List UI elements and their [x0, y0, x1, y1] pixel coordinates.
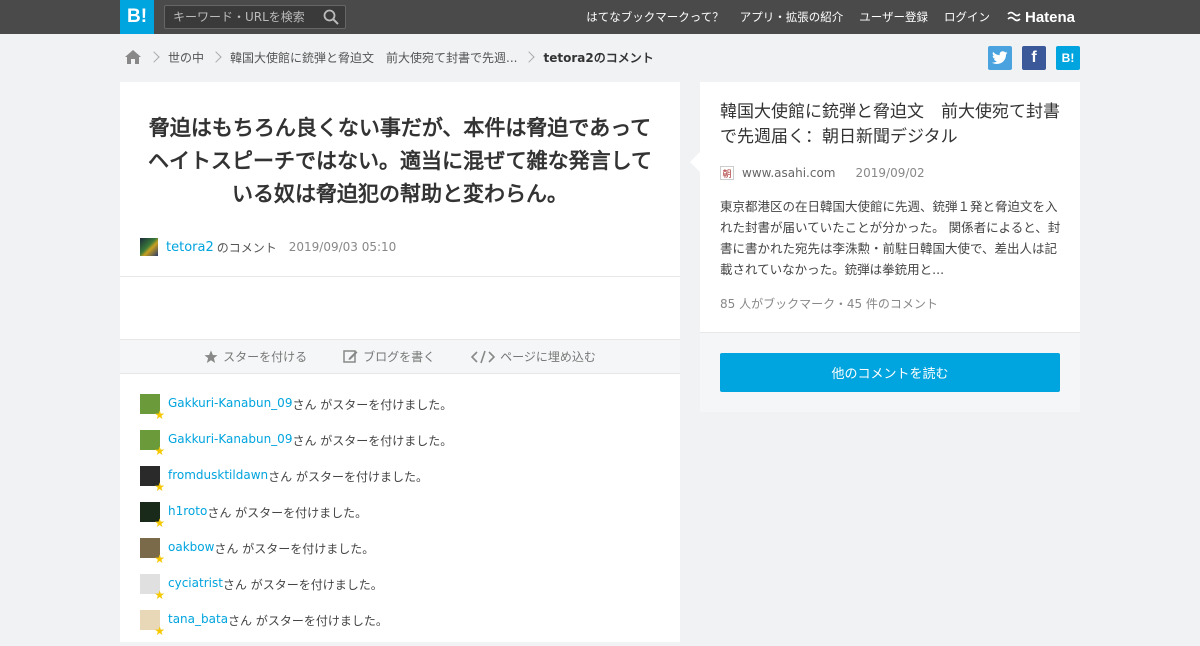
chevron-right-icon — [523, 51, 536, 63]
star-user-link[interactable]: Gakkuri-Kanabun_09 — [168, 432, 292, 446]
avatar[interactable]: ★ — [140, 538, 165, 565]
hatena-logo-icon — [1007, 11, 1021, 22]
entry-date: 2019/09/02 — [855, 166, 925, 180]
chevron-right-icon — [210, 51, 222, 63]
chevron-right-icon — [148, 51, 160, 63]
add-star-button[interactable]: スターを付ける — [204, 348, 307, 365]
write-blog-button[interactable]: ブログを書く — [343, 348, 435, 365]
embed-button[interactable]: ページに埋め込む — [471, 348, 596, 365]
comment-user-link[interactable]: tetora2 — [166, 240, 214, 255]
entry-summary: 東京都港区の在日韓国大使館に先週、銃弾１発と脅迫文を入れた封書が届いていたことが… — [720, 199, 1061, 277]
star-message: さん がスターを付けました。 — [207, 506, 368, 520]
star-user-link[interactable]: fromdusktildawn — [168, 468, 268, 482]
star-user-link[interactable]: Gakkuri-Kanabun_09 — [168, 396, 292, 410]
divider — [120, 276, 680, 277]
star-list: ★ Gakkuri-Kanabun_09 さん がスターを付けました。 ★ Gakkur… — [140, 394, 660, 646]
avatar[interactable]: ★ — [140, 466, 165, 493]
read-more-comments-button[interactable]: 他のコメントを読む — [720, 353, 1060, 392]
star-message: さん がスターを付けました。 — [292, 434, 453, 448]
write-blog-label: ブログを書く — [363, 350, 436, 364]
star-message: さん がスターを付けました。 — [268, 470, 428, 484]
entry-source: 朝 www.asahi.com 2019/09/02 — [720, 166, 925, 180]
hatena-bookmark-logo[interactable]: B! — [120, 0, 154, 34]
star-badge-icon: ★ — [154, 552, 165, 566]
avatar[interactable]: ★ — [140, 430, 165, 457]
avatar[interactable]: ★ — [140, 610, 165, 637]
nav-about[interactable]: はてなブックマークって？ — [586, 9, 723, 25]
star-list-item: ★ Gakkuri-Kanabun_09 さん がスターを付けました。 — [140, 430, 660, 466]
breadcrumb-category[interactable]: 世の中 — [168, 49, 204, 66]
search-input[interactable] — [165, 6, 315, 28]
star-badge-icon: ★ — [154, 588, 165, 602]
top-nav: はてなブックマークって？ アプリ・拡張の紹介 ユーザー登録 ログイン — [586, 0, 990, 34]
star-badge-icon: ★ — [154, 624, 165, 638]
star-user-link[interactable]: tana_bata — [168, 612, 228, 626]
hatebu-share-button[interactable]: B! — [1056, 46, 1080, 70]
nav-login[interactable]: ログイン — [944, 9, 990, 25]
breadcrumb-current: tetora2のコメント — [543, 50, 654, 65]
star-badge-icon: ★ — [154, 408, 165, 422]
search-box — [164, 5, 346, 29]
edit-icon — [343, 350, 358, 363]
star-user-link[interactable]: cyciatrist — [168, 576, 223, 590]
star-user-link[interactable]: oakbow — [168, 540, 214, 554]
entry-counts[interactable]: 85 人がブックマーク・45 件のコメント — [720, 295, 938, 312]
action-bar: スターを付ける ブログを書く ページに埋め込む — [120, 339, 680, 374]
hatena-brand-link[interactable]: Hatena — [1007, 8, 1075, 26]
entry-title[interactable]: 韓国大使館に銃弾と脅迫文 前大使宛て封書で先週届く：朝日新聞デジタル — [720, 100, 1065, 150]
star-list-item: ★ Gakkuri-Kanabun_09 さん がスターを付けました。 — [140, 394, 660, 430]
comment-meta: tetora2 のコメント 2019/09/03 05:10 — [140, 237, 396, 257]
hatena-brand-text: Hatena — [1025, 8, 1076, 26]
star-user-link[interactable]: h1roto — [168, 504, 207, 518]
star-message: さん がスターを付けました。 — [214, 542, 375, 556]
avatar[interactable]: ★ — [140, 502, 165, 529]
home-icon[interactable] — [124, 49, 142, 65]
entry-domain[interactable]: www.asahi.com — [742, 166, 836, 180]
star-message: さん がスターを付けました。 — [292, 398, 453, 412]
star-list-item: ★ tana_bata さん がスターを付けました。 — [140, 610, 660, 646]
card-pointer — [690, 152, 700, 172]
embed-label: ページに埋め込む — [500, 350, 596, 364]
star-list-item: ★ fromdusktildawn さん がスターを付けました。 — [140, 466, 660, 502]
star-list-item: ★ h1roto さん がスターを付けました。 — [140, 502, 660, 538]
twitter-bird-icon — [992, 51, 1008, 64]
entry-card: 韓国大使館に銃弾と脅迫文 前大使宛て封書で先週届く：朝日新聞デジタル 朝 www… — [690, 82, 1080, 412]
twitter-share-button[interactable] — [988, 46, 1012, 70]
asahi-favicon-icon: 朝 — [720, 166, 734, 180]
comment-card: 脅迫はもちろん良くない事だが、本件は脅迫であってヘイトスピーチではない。適当に混… — [120, 82, 680, 642]
star-message: さん がスターを付けました。 — [228, 614, 388, 628]
star-list-item: ★ cyciatrist さん がスターを付けました。 — [140, 574, 660, 610]
breadcrumb: 世の中 韓国大使館に銃弾と脅迫文 前大使宛て封書で先週... tetora2のコ… — [124, 46, 654, 68]
star-badge-icon: ★ — [154, 480, 165, 494]
avatar[interactable] — [140, 238, 158, 256]
search-icon[interactable] — [323, 9, 339, 25]
star-message: さん がスターを付けました。 — [222, 578, 383, 592]
avatar[interactable]: ★ — [140, 394, 165, 421]
add-star-label: スターを付ける — [223, 350, 308, 364]
star-list-item: ★ oakbow さん がスターを付けました。 — [140, 538, 660, 574]
code-icon — [471, 350, 496, 363]
nav-apps[interactable]: アプリ・拡張の紹介 — [740, 9, 844, 25]
entry-footer: 他のコメントを読む — [700, 332, 1080, 412]
top-bar: B! はてなブックマークって？ アプリ・拡張の紹介 ユーザー登録 ログイン Ha… — [0, 0, 1200, 34]
facebook-share-button[interactable]: f — [1022, 46, 1046, 70]
comment-suffix: のコメント — [216, 240, 277, 255]
star-icon — [204, 350, 218, 363]
comment-text: 脅迫はもちろん良くない事だが、本件は脅迫であってヘイトスピーチではない。適当に混… — [148, 116, 652, 206]
nav-register[interactable]: ユーザー登録 — [859, 9, 928, 25]
star-badge-icon: ★ — [154, 516, 165, 530]
star-badge-icon: ★ — [154, 444, 165, 458]
breadcrumb-entry[interactable]: 韓国大使館に銃弾と脅迫文 前大使宛て封書で先週... — [230, 49, 517, 66]
comment-date[interactable]: 2019/09/03 05:10 — [289, 240, 397, 254]
avatar[interactable]: ★ — [140, 574, 165, 601]
